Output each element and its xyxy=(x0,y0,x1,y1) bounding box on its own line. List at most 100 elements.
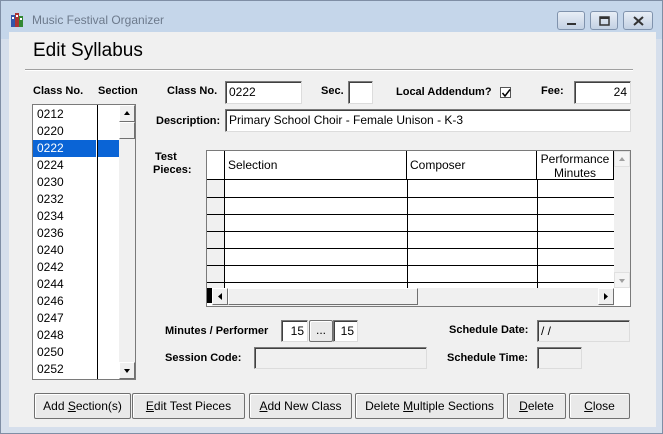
grid-scroll-right-button[interactable] xyxy=(598,288,614,305)
grid-vertical-scrollbar[interactable] xyxy=(614,151,630,288)
local-addendum-label: Local Addendum? xyxy=(396,86,492,98)
edit-test-pieces-button[interactable]: Edit Test Pieces xyxy=(132,393,245,419)
add-section-button-text: Add xyxy=(43,399,68,413)
list-item[interactable]: 0230 xyxy=(33,174,96,191)
scroll-up-button[interactable] xyxy=(119,105,135,122)
grid-row-line xyxy=(207,248,614,249)
minutes-field-2[interactable]: 15 xyxy=(333,320,358,342)
window-title: Music Festival Organizer xyxy=(32,13,165,27)
schedule-time-label: Schedule Time: xyxy=(447,352,529,364)
grid-header-composer-text: Composer xyxy=(410,158,466,172)
divider xyxy=(25,69,633,71)
list-item[interactable]: 0252 xyxy=(33,361,96,378)
description-label: Description: xyxy=(156,115,221,127)
session-code-field[interactable] xyxy=(254,347,427,369)
arrow-down-icon xyxy=(124,369,130,373)
list-item[interactable]: 0234 xyxy=(33,208,96,225)
add-section-button-text-rest: ection(s) xyxy=(75,399,122,413)
grid-scroll-thumb[interactable] xyxy=(228,288,418,305)
delete-multiple-sections-button[interactable]: Delete Multiple Sections xyxy=(355,393,504,419)
schedule-date-label: Schedule Date: xyxy=(449,324,529,336)
test-pieces-label-line2: Pieces: xyxy=(153,164,192,176)
arrow-left-icon xyxy=(218,293,222,300)
list-item[interactable]: 0232 xyxy=(33,191,96,208)
close-button[interactable]: Close xyxy=(569,393,630,419)
grid-header-composer[interactable]: Composer xyxy=(407,151,537,180)
grid-row-header-corner xyxy=(207,151,225,180)
arrow-up-icon xyxy=(124,111,130,115)
fee-field[interactable]: 24 xyxy=(574,81,631,104)
schedule-time-field[interactable] xyxy=(537,347,582,369)
list-item[interactable]: 0247 xyxy=(33,310,96,327)
grid-row-line xyxy=(207,214,614,215)
add-new-class-text: dd New Class xyxy=(267,399,342,413)
grid-header-performance-text: Performance xyxy=(540,152,610,166)
list-item[interactable]: 0220 xyxy=(33,123,96,140)
add-section-button[interactable]: Add Section(s) xyxy=(34,393,131,419)
grid-header-minutes-text: Minutes xyxy=(553,166,597,180)
grid-header-performance-minutes[interactable]: Performance Minutes xyxy=(537,151,614,180)
list-item[interactable]: 0212 xyxy=(33,106,96,123)
list-item[interactable]: 0240 xyxy=(33,242,96,259)
list-item[interactable]: 0246 xyxy=(33,293,96,310)
list-scrollbar[interactable] xyxy=(119,105,135,379)
app-window: Music Festival Organizer Edit Syllabus C… xyxy=(0,0,663,434)
grid-scroll-left-button[interactable] xyxy=(212,288,228,305)
sec-label: Sec. xyxy=(321,85,344,97)
edit-test-pieces-accel: E xyxy=(145,399,154,413)
delete-button[interactable]: Delete xyxy=(507,393,566,419)
delete-accel: D xyxy=(519,399,528,413)
checkmark-icon xyxy=(501,89,511,98)
add-new-class-button[interactable]: Add New Class xyxy=(249,393,352,419)
minutes-ellipsis-button[interactable]: ... xyxy=(309,320,333,342)
add-section-button-accel: S xyxy=(67,399,76,413)
grid-scroll-up-button[interactable] xyxy=(614,151,630,167)
scroll-thumb[interactable] xyxy=(119,122,135,139)
close-accel: C xyxy=(584,399,593,413)
schedule-date-field[interactable]: / / xyxy=(537,320,630,342)
list-item[interactable]: 0248 xyxy=(33,327,96,344)
scroll-down-button[interactable] xyxy=(119,362,135,379)
list-header-section: Section xyxy=(98,85,138,97)
local-addendum-checkbox[interactable] xyxy=(500,87,511,98)
list-header-class-no: Class No. xyxy=(33,85,84,97)
grid-horizontal-scrollbar[interactable] xyxy=(212,288,614,306)
list-item[interactable]: 0250 xyxy=(33,344,96,361)
delete-multiple-accel: M xyxy=(403,399,414,413)
sec-field[interactable] xyxy=(348,81,373,104)
close-window-button[interactable] xyxy=(623,11,653,30)
list-item-section-selected[interactable] xyxy=(98,140,119,157)
close-text: lose xyxy=(592,399,615,413)
delete-multiple-text-rest: ultiple Sections xyxy=(413,399,494,413)
grid-scroll-down-button[interactable] xyxy=(614,272,630,288)
delete-multiple-text: Delete xyxy=(365,399,404,413)
app-icon xyxy=(10,12,26,28)
description-field[interactable]: Primary School Choir - Female Unison - K… xyxy=(225,109,631,132)
grid-row-line xyxy=(207,282,614,283)
list-item[interactable]: 0236 xyxy=(33,225,96,242)
class-list[interactable]: 0212 0220 0222 0224 0230 0232 0234 0236 … xyxy=(32,104,136,380)
list-item[interactable]: 0224 xyxy=(33,157,96,174)
class-no-field[interactable]: 0222 xyxy=(225,81,302,104)
grid-header-selection[interactable]: Selection xyxy=(225,151,407,180)
grid-row-line xyxy=(207,231,614,232)
page-title: Edit Syllabus xyxy=(33,40,143,61)
grid-row-line xyxy=(207,265,614,266)
delete-text: elete xyxy=(527,399,554,413)
arrow-down-icon xyxy=(619,279,625,283)
test-pieces-label-line1: Test xyxy=(155,151,177,163)
fee-label: Fee: xyxy=(541,85,564,97)
minutes-field-1[interactable]: 15 xyxy=(281,320,308,342)
class-no-label: Class No. xyxy=(167,85,218,97)
minutes-performer-label: Minutes / Performer xyxy=(165,325,269,337)
client-area: Edit Syllabus Class No. Section 0212 022… xyxy=(9,32,656,427)
maximize-button[interactable] xyxy=(590,11,618,30)
list-item[interactable]: 0242 xyxy=(33,259,96,276)
grid-header-selection-text: Selection xyxy=(228,158,278,172)
edit-test-pieces-text: dit Test Pieces xyxy=(153,399,232,413)
session-code-label: Session Code: xyxy=(165,352,242,364)
list-item[interactable]: 0244 xyxy=(33,276,96,293)
list-item-selected[interactable]: 0222 xyxy=(33,140,96,157)
test-pieces-grid[interactable]: Selection Composer Performance Minutes xyxy=(206,150,631,307)
minimize-button[interactable] xyxy=(557,11,585,30)
